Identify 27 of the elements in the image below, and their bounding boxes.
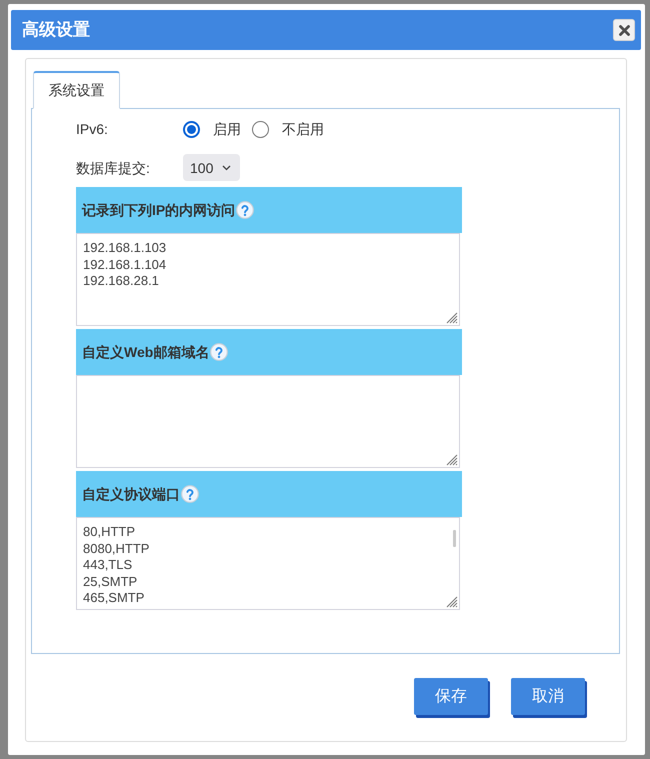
- radio-button[interactable]: [183, 120, 200, 138]
- chevron-down-icon: [222, 164, 231, 170]
- field-label: 数据库提交:: [76, 158, 151, 176]
- action-button[interactable]: 保存: [414, 678, 488, 715]
- help-icon[interactable]: [181, 485, 199, 503]
- help-icon[interactable]: [236, 201, 254, 219]
- help-icon[interactable]: [210, 343, 228, 361]
- scrollbar-thumb[interactable]: [453, 530, 456, 547]
- textarea-field[interactable]: 80,HTTP 8080,HTTP 443,TLS 25,SMTP 465,SMTP: [76, 517, 460, 610]
- textarea-field[interactable]: 192.168.1.103 192.168.1.104 192.168.28.1: [76, 233, 460, 326]
- radio-button[interactable]: [252, 120, 269, 138]
- dropdown-select[interactable]: 100: [183, 154, 240, 181]
- resize-grip-icon[interactable]: [444, 452, 458, 466]
- radio-label[interactable]: 启用: [213, 120, 241, 138]
- resize-grip-icon[interactable]: [444, 310, 458, 324]
- textarea-field[interactable]: [76, 375, 460, 468]
- resize-grip-icon[interactable]: [444, 594, 458, 608]
- tab[interactable]: 系统设置: [33, 71, 120, 109]
- dialog-title: 高级设置: [22, 20, 90, 40]
- close-button[interactable]: [613, 19, 635, 41]
- section-title: 自定义Web邮箱域名: [82, 343, 210, 361]
- section-title: 记录到下列IP的内网访问: [82, 201, 236, 219]
- radio-label[interactable]: 不启用: [282, 120, 324, 138]
- field-label: IPv6:: [76, 120, 109, 138]
- section-title: 自定义协议端口: [82, 485, 180, 503]
- action-button[interactable]: 取消: [511, 678, 585, 715]
- close-icon: [618, 24, 630, 36]
